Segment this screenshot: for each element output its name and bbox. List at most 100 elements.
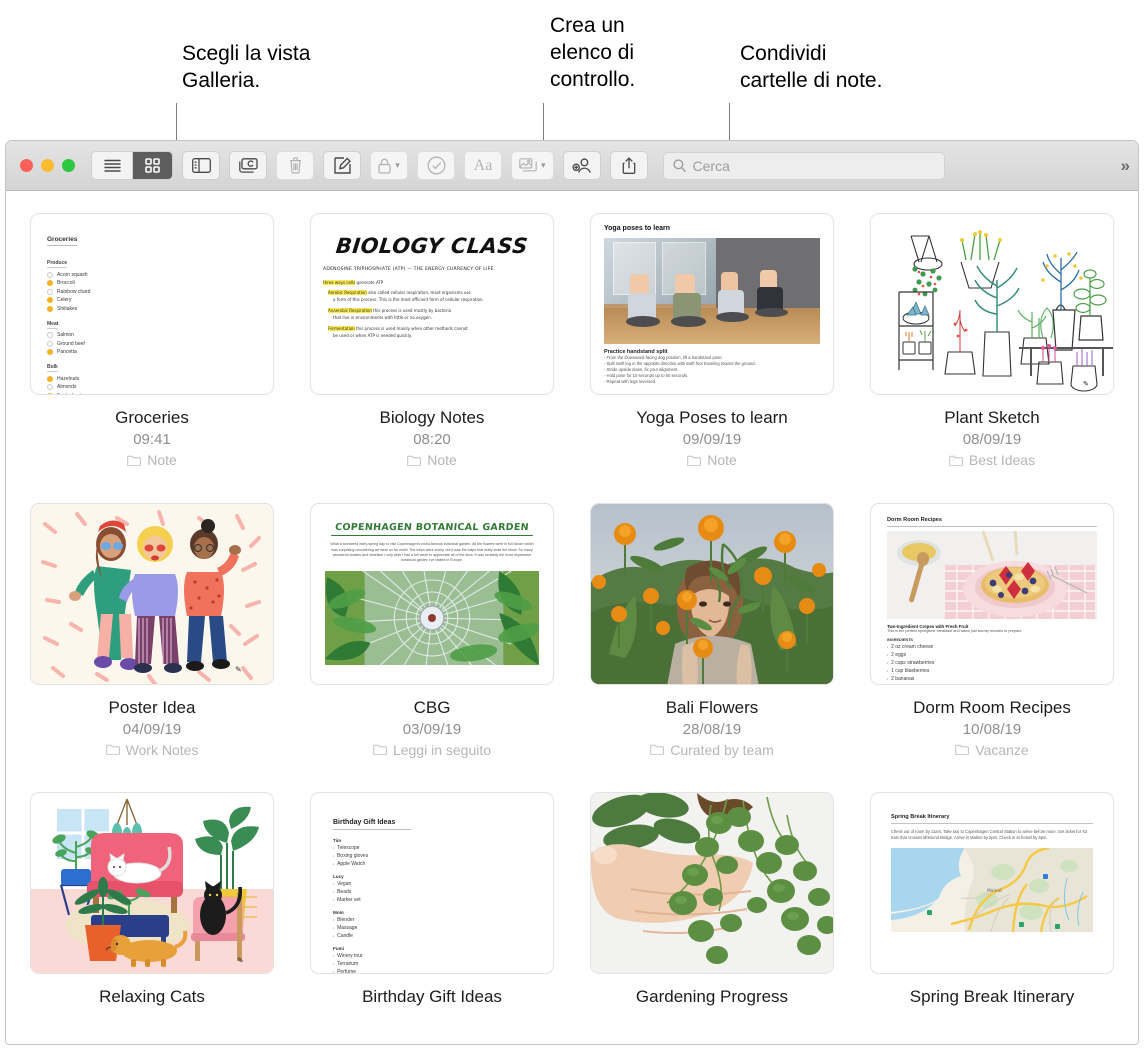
note-folder-label: Best Ideas <box>968 452 1036 468</box>
note-thumbnail[interactable]: BIOLOGY CLASS ADENOSINE TRIPHOSPHATE (AT… <box>310 213 554 395</box>
section-heading: Produce <box>47 260 68 268</box>
note-card[interactable]: COPENHAGEN BOTANICAL GARDEN What a wonde… <box>308 502 556 793</box>
gift-item: Massage <box>337 925 358 932</box>
groceries-checklist: Groceries Produce Acorn squash Broccoli … <box>31 214 273 394</box>
gift-item: Winery tour <box>337 953 363 960</box>
note-date: 09/09/19 <box>682 431 742 448</box>
note-thumbnail[interactable]: Yoga poses to learn Practice handstand s… <box>590 213 834 395</box>
note-title: Relaxing Cats <box>99 987 205 1007</box>
checkbox[interactable] <box>47 332 53 338</box>
folder-icon <box>949 455 963 466</box>
close-button[interactable] <box>20 159 33 172</box>
note-line: this process is used mainly when other m… <box>355 326 468 331</box>
highlight-text: Aerobic Respiration <box>328 290 367 295</box>
trash-icon[interactable] <box>276 151 314 180</box>
note-card[interactable]: Dorm Room Recipes Two-Ingredient Crepes … <box>868 502 1116 793</box>
notes-gallery: Groceries Produce Acorn squash Broccoli … <box>6 191 1138 1044</box>
note-line: generate ATP <box>356 280 384 285</box>
poster-illustration: ✎ <box>31 503 273 684</box>
ingredient-item: 2 eggs <box>891 652 907 659</box>
yoga-photo <box>604 238 820 344</box>
note-card[interactable]: Bali Flowers 28/08/19 Curated by team <box>588 502 836 793</box>
note-date: 08:20 <box>413 431 451 448</box>
checkbox[interactable] <box>47 340 53 347</box>
map-image: Malmö <box>891 848 1093 933</box>
note-thumbnail[interactable]: Spring Break Itinerary Check out of room… <box>870 792 1114 975</box>
section-heading: Fumi <box>333 946 344 952</box>
chevron-down-icon: ▾ <box>541 160 546 170</box>
note-line: that live in environments with little or… <box>333 315 432 320</box>
callout-annotations: Scegli la vista Galleria. Crea un elenco… <box>0 0 1144 145</box>
folder-icon <box>407 455 422 466</box>
add-people-icon[interactable] <box>562 151 601 180</box>
note-doc-title: Yoga poses to learn <box>604 225 670 232</box>
note-card[interactable]: Groceries Produce Acorn squash Broccoli … <box>28 213 276 503</box>
media-icon[interactable]: ▾ <box>511 151 554 180</box>
checkbox[interactable] <box>47 280 53 286</box>
note-thumbnail[interactable] <box>590 502 834 685</box>
note-thumbnail[interactable]: Dorm Room Recipes Two-Ingredient Crepes … <box>870 502 1114 685</box>
note-title: Biology Notes <box>379 408 485 427</box>
note-doc-title: Groceries <box>47 236 78 246</box>
note-card[interactable]: ✎ Poster Idea 04/09/19 Work Notes <box>28 502 276 793</box>
note-card[interactable]: Spring Break Itinerary Check out of room… <box>868 792 1116 1044</box>
gift-item: Perfume <box>337 969 356 975</box>
note-date: 08/09/19 <box>962 431 1022 448</box>
note-folder-label: Note <box>147 452 177 468</box>
search-field[interactable]: Cerca <box>662 151 945 180</box>
note-card[interactable]: ✎ Plant Sketch 08/09/19 Best Ideas <box>868 213 1116 503</box>
list-view-icon[interactable] <box>92 152 132 179</box>
checkbox[interactable] <box>47 375 53 382</box>
note-thumbnail[interactable]: ✎ <box>30 502 274 685</box>
ingredients-heading: INGREDIENTS <box>887 638 913 643</box>
note-card[interactable]: Gardening Progress <box>588 792 836 1044</box>
note-title: Plant Sketch <box>944 408 1040 427</box>
note-card[interactable]: ✎ Relaxing Cats <box>28 792 276 1044</box>
checklist-item: Pancetta <box>57 349 77 355</box>
checklist-icon[interactable] <box>417 151 455 180</box>
map-city-label: Malmö <box>987 888 1002 894</box>
minimize-button[interactable] <box>41 159 54 172</box>
checkbox[interactable] <box>47 297 53 303</box>
note-thumbnail[interactable]: ✎ <box>870 213 1114 395</box>
sidebar-toggle-icon[interactable] <box>182 151 220 180</box>
note-thumbnail[interactable] <box>590 792 834 975</box>
note-date: 09:41 <box>133 431 171 448</box>
toolbar-overflow-button[interactable]: » <box>1109 156 1131 176</box>
checkbox[interactable] <box>47 288 53 295</box>
gift-item: Vegan <box>337 881 352 888</box>
notes-window: ▾ Aa ▾ Cerca » Groceries Produce Acorn s… <box>5 140 1139 1045</box>
zoom-button[interactable] <box>62 159 75 172</box>
gardening-progress-photo <box>591 793 833 974</box>
itinerary-note: Spring Break Itinerary Check out of room… <box>871 793 1113 953</box>
compose-note-icon[interactable] <box>323 151 361 180</box>
gallery-view-icon[interactable] <box>132 152 172 179</box>
note-card[interactable]: Birthday Gift Ideas Tim Telescope Boxing… <box>308 792 556 1044</box>
share-icon[interactable] <box>609 151 648 180</box>
format-text-icon[interactable]: Aa <box>464 151 502 180</box>
note-thumbnail[interactable]: Birthday Gift Ideas Tim Telescope Boxing… <box>310 792 554 975</box>
window-controls <box>20 159 75 172</box>
checkbox[interactable] <box>47 349 53 355</box>
callout-share-folder: Condividi cartelle di note. <box>740 42 883 92</box>
folder-icon <box>687 455 702 466</box>
checkbox[interactable] <box>47 384 53 390</box>
note-folder-label: Curated by team <box>670 741 774 758</box>
checkbox[interactable] <box>47 271 53 278</box>
checkbox[interactable] <box>47 392 53 394</box>
highlight-text: Anaerobic Respiration <box>328 308 372 313</box>
note-folder-label: Vacanze <box>975 741 1029 758</box>
note-card[interactable]: BIOLOGY CLASS ADENOSINE TRIPHOSPHATE (AT… <box>308 213 556 503</box>
note-thumbnail[interactable]: COPENHAGEN BOTANICAL GARDEN What a wonde… <box>310 502 554 685</box>
lock-icon[interactable]: ▾ <box>370 151 408 180</box>
note-title: Yoga Poses to learn <box>636 408 788 427</box>
note-thumbnail[interactable]: Groceries Produce Acorn squash Broccoli … <box>30 213 274 395</box>
note-thumbnail[interactable]: ✎ <box>30 792 274 975</box>
note-doc-title: Dorm Room Recipes <box>887 516 943 523</box>
cbg-photo <box>325 570 539 665</box>
note-card[interactable]: Yoga poses to learn Practice handstand s… <box>588 213 836 503</box>
folder-icon <box>373 744 387 756</box>
note-folder: Note <box>28 452 276 468</box>
checkbox[interactable] <box>47 305 53 312</box>
attachments-browser-icon[interactable] <box>229 151 267 180</box>
